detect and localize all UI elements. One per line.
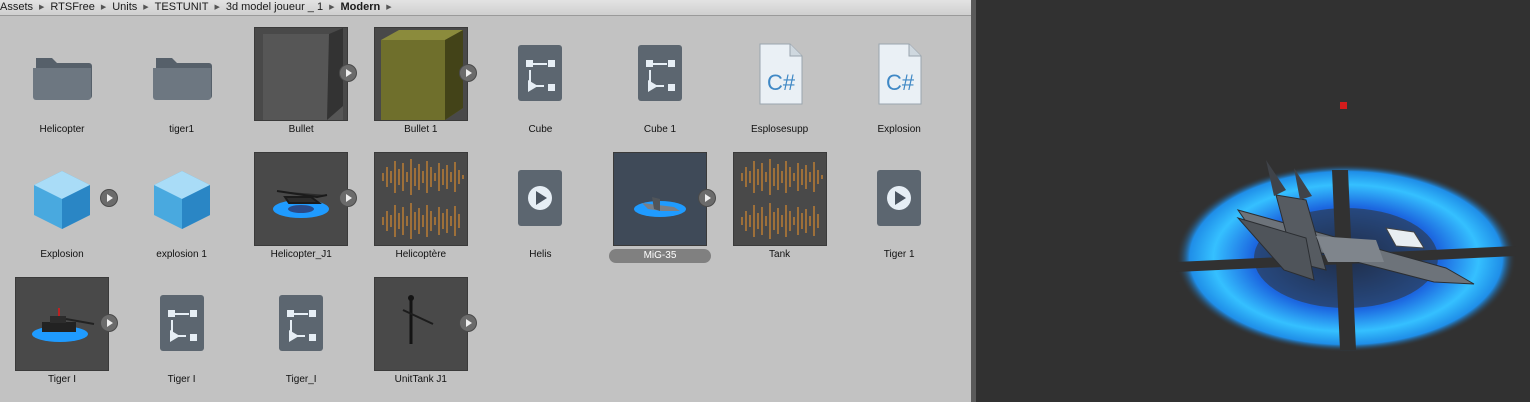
breadcrumb-item[interactable]: Assets [0, 0, 33, 15]
preview-play-icon[interactable] [100, 314, 118, 332]
animator-controller-icon [614, 28, 706, 120]
breadcrumb-separator-icon: ▶ [214, 4, 220, 11]
asset-item[interactable]: Tiger I [2, 277, 122, 402]
asset-label: Bullet [288, 124, 314, 135]
soldier-thumbnail [373, 277, 468, 371]
asset-label: Helis [529, 249, 552, 260]
asset-item[interactable]: Bullet 1 [361, 27, 481, 152]
prefab-icon [136, 153, 228, 245]
gray-cube-thumbnail [254, 27, 349, 121]
scene-preview-panel[interactable] [976, 0, 1530, 402]
asset-label: Helicoptère [395, 249, 447, 260]
preview-play-icon[interactable] [458, 64, 477, 82]
breadcrumb-item[interactable]: 3d model joueur _ 1 [226, 0, 323, 15]
asset-item[interactable]: Bullet [241, 27, 361, 152]
asset-label: Tiger 1 [883, 249, 915, 260]
breadcrumb-item[interactable]: Modern [340, 0, 380, 15]
asset-label: Helicopter [39, 124, 85, 135]
asset-item[interactable]: C# Esplosesupp [720, 28, 840, 152]
audio-waveform-thumbnail [373, 152, 468, 246]
asset-label: Explosion [877, 124, 921, 135]
asset-item[interactable]: MiG-35 [600, 152, 720, 277]
asset-label: Bullet 1 [404, 124, 438, 135]
asset-item[interactable]: C# Explosion [839, 28, 959, 152]
asset-label: Helicopter_J1 [270, 249, 332, 260]
asset-item[interactable]: Tiger 1 [839, 153, 959, 277]
asset-item[interactable]: Tiger_I [241, 278, 361, 402]
breadcrumb: Assets ▶ RTSFree ▶ Units ▶ TESTUNIT ▶ 3d model j… [0, 0, 971, 16]
breadcrumb-separator-icon: ▶ [143, 4, 149, 11]
svg-text:C#: C# [886, 70, 915, 95]
breadcrumb-item[interactable]: RTSFree [50, 0, 94, 15]
asset-item[interactable]: Cube [480, 28, 600, 152]
helicopter-thumbnail [254, 152, 349, 246]
asset-item[interactable]: Helicoptère [361, 152, 481, 277]
preview-play-icon[interactable] [339, 64, 358, 82]
csharp-script-icon: C# [853, 28, 945, 120]
preview-play-icon[interactable] [458, 314, 477, 332]
asset-item[interactable]: explosion 1 [122, 153, 242, 277]
asset-label: MiG-35 [609, 249, 711, 263]
animator-controller-icon [136, 278, 228, 370]
asset-label: Tank [769, 249, 791, 260]
preview-play-icon[interactable] [100, 189, 118, 207]
breadcrumb-item[interactable]: Units [112, 0, 137, 15]
breadcrumb-separator-icon: ▶ [386, 4, 392, 11]
olive-cube-thumbnail [373, 27, 468, 121]
preview-play-icon[interactable] [339, 189, 358, 207]
asset-label: Tiger_I [285, 374, 317, 385]
preview-play-icon[interactable] [698, 189, 716, 207]
jet-thumbnail [613, 152, 707, 246]
asset-item[interactable]: Cube 1 [600, 28, 720, 152]
asset-label: Esplosesupp [750, 124, 809, 135]
asset-item[interactable]: UnitTank J1 [361, 277, 481, 402]
animation-clip-icon [853, 153, 945, 245]
prefab-icon [16, 153, 108, 245]
asset-item[interactable]: Helicopter [2, 28, 122, 152]
audio-waveform-thumbnail [732, 152, 827, 246]
animation-clip-icon [494, 153, 586, 245]
asset-item[interactable]: Helicopter_J1 [241, 152, 361, 277]
mig-35-preview [1176, 102, 1516, 352]
breadcrumb-item[interactable]: TESTUNIT [155, 0, 209, 15]
breadcrumb-separator-icon: ▶ [329, 4, 335, 11]
asset-item[interactable]: Tiger I [122, 278, 242, 402]
asset-label: UnitTank J1 [394, 374, 447, 385]
breadcrumb-separator-icon: ▶ [39, 4, 45, 11]
csharp-script-icon: C# [734, 28, 826, 120]
folder-icon [136, 28, 228, 120]
asset-label: Tiger I [48, 374, 76, 385]
asset-label: tiger1 [169, 124, 195, 135]
pivot-marker [1340, 102, 1347, 109]
asset-item[interactable]: Helis [480, 153, 600, 277]
asset-item[interactable]: Explosion [2, 153, 122, 277]
project-browser-panel: Assets ▶ RTSFree ▶ Units ▶ TESTUNIT ▶ 3d model j… [0, 0, 971, 402]
asset-item[interactable]: Tank [720, 152, 840, 277]
asset-label: Explosion [40, 249, 84, 260]
asset-label: Cube [528, 124, 553, 135]
animator-controller-icon [494, 28, 586, 120]
asset-label: Cube 1 [643, 124, 677, 135]
tank-thumbnail [15, 277, 109, 371]
folder-icon [16, 28, 108, 120]
asset-label: explosion 1 [156, 249, 207, 260]
breadcrumb-separator-icon: ▶ [100, 4, 107, 11]
asset-label: Tiger I [167, 374, 196, 385]
animator-controller-icon [255, 278, 347, 370]
svg-text:C#: C# [767, 70, 796, 95]
asset-item[interactable]: tiger1 [122, 28, 242, 152]
